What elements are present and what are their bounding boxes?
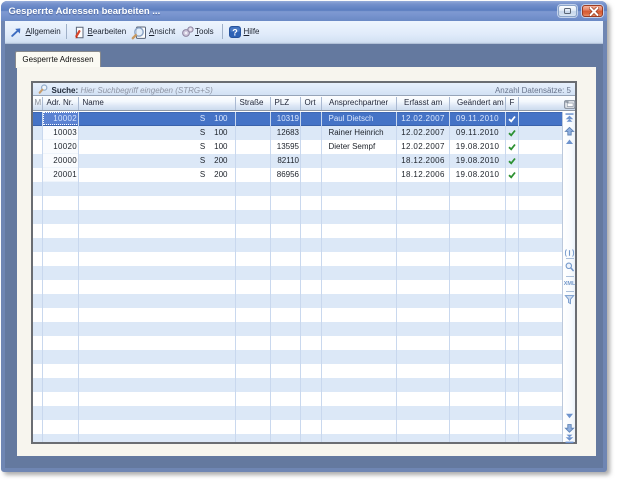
svg-text:?: ? — [232, 27, 238, 37]
